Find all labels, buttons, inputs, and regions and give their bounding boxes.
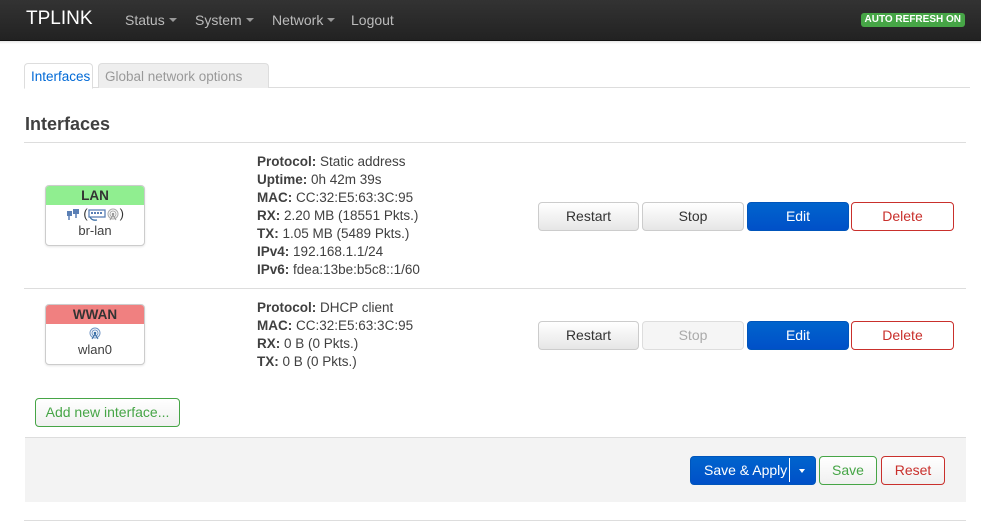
save-apply-label: Save & Apply (704, 462, 788, 478)
interface-badge-wwan: WWAN wlan0 (45, 304, 145, 365)
section-title: Interfaces (25, 114, 111, 134)
detail-label: IPv4: (257, 244, 290, 259)
detail-value: 1.05 MB (5489 Pkts.) (282, 226, 410, 241)
tab-interfaces[interactable]: Interfaces (24, 63, 93, 89)
detail-value: CC:32:E5:63:3C:95 (296, 318, 414, 333)
caret-down-icon (168, 18, 177, 23)
caret-down-icon (327, 18, 336, 23)
interface-badge-lan: LAN ( ) br-lan (45, 185, 145, 246)
detail-rx: RX: 0 B (0 Pkts.) (257, 335, 413, 353)
detail-value: DHCP client (320, 300, 394, 315)
detail-tx: TX: 1.05 MB (5489 Pkts.) (257, 225, 420, 243)
device-name: wlan0 (78, 342, 112, 357)
detail-ipv6: IPv6: fdea:13be:b5c8::1/60 (257, 261, 420, 279)
detail-label: MAC: (257, 318, 293, 333)
ethernet-switch-icon (66, 209, 79, 221)
nav-menu-status[interactable]: Status (125, 12, 177, 28)
detail-protocol: Protocol: DHCP client (257, 299, 413, 317)
top-navbar: TPLINK Status System Network Logout AUTO… (0, 0, 981, 41)
detail-label: RX: (257, 336, 281, 351)
save-button[interactable]: Save (819, 456, 877, 485)
caret-down-icon (799, 469, 805, 473)
device-name: br-lan (78, 223, 112, 238)
detail-label: Protocol: (257, 300, 317, 315)
delete-button-lan[interactable]: Delete (851, 202, 954, 231)
navbar-shadow (0, 41, 981, 44)
detail-value: 0 B (0 Pkts.) (284, 336, 359, 351)
detail-rx: RX: 2.20 MB (18551 Pkts.) (257, 207, 420, 225)
detail-label: RX: (257, 208, 281, 223)
interface-details-wwan: Protocol: DHCP client MAC: CC:32:E5:63:3… (257, 299, 413, 371)
nav-menu-status-label: Status (125, 12, 165, 28)
edit-button-lan[interactable]: Edit (747, 202, 849, 231)
detail-label: TX: (257, 226, 279, 241)
detail-label: IPv6: (257, 262, 290, 277)
detail-ipv4: IPv4: 192.168.1.1/24 (257, 243, 420, 261)
auto-refresh-toggle[interactable]: AUTO REFRESH ON (860, 13, 965, 27)
save-apply-dropdown-toggle[interactable] (790, 456, 816, 485)
nav-menu-network-label: Network (272, 12, 324, 28)
nav-menu-network[interactable]: Network (272, 12, 336, 28)
brand-logo[interactable]: TPLINK (26, 8, 93, 30)
stop-button-wwan[interactable]: Stop (642, 321, 744, 350)
detail-mac: MAC: CC:32:E5:63:3C:95 (257, 189, 420, 207)
row-divider (24, 288, 966, 289)
detail-label: Protocol: (257, 154, 317, 169)
nav-menu-system-label: System (195, 12, 242, 28)
restart-button-wwan[interactable]: Restart (538, 321, 639, 350)
add-new-interface-button[interactable]: Add new interface... (35, 398, 180, 427)
detail-value: CC:32:E5:63:3C:95 (296, 190, 414, 205)
detail-uptime: Uptime: 0h 42m 39s (257, 171, 420, 189)
divider (24, 142, 966, 143)
wifi-icon (107, 208, 119, 221)
detail-tx: TX: 0 B (0 Pkts.) (257, 353, 413, 371)
detail-protocol: Protocol: Static address (257, 153, 420, 171)
divider (24, 520, 966, 521)
interface-details-lan: Protocol: Static address Uptime: 0h 42m … (257, 153, 420, 279)
wifi-icon (89, 327, 101, 340)
tab-global-network-options[interactable]: Global network options (98, 63, 269, 88)
detail-value: fdea:13be:b5c8::1/60 (293, 262, 420, 277)
nav-menu-logout[interactable]: Logout (351, 12, 394, 28)
detail-value: 192.168.1.1/24 (293, 244, 384, 259)
bridge-close-paren: ) (119, 206, 125, 221)
stop-button-lan[interactable]: Stop (642, 202, 744, 231)
interface-name: WWAN (46, 305, 144, 324)
interface-icons (46, 324, 144, 342)
delete-button-wwan[interactable]: Delete (851, 321, 954, 350)
edit-button-wwan[interactable]: Edit (747, 321, 849, 350)
detail-mac: MAC: CC:32:E5:63:3C:95 (257, 317, 413, 335)
detail-label: MAC: (257, 190, 293, 205)
detail-label: Uptime: (257, 172, 308, 187)
reset-button[interactable]: Reset (881, 456, 945, 485)
nav-menu-system[interactable]: System (195, 12, 254, 28)
interface-name: LAN (46, 186, 144, 205)
detail-label: TX: (257, 354, 279, 369)
tab-bar: Interfaces Global network options (24, 63, 970, 89)
detail-value: Static address (320, 154, 406, 169)
interface-icons: ( ) (46, 205, 144, 223)
detail-value: 0 B (0 Pkts.) (282, 354, 357, 369)
caret-down-icon (245, 18, 254, 23)
restart-button-lan[interactable]: Restart (538, 202, 639, 231)
detail-value: 0h 42m 39s (311, 172, 382, 187)
ethernet-adapter-icon (88, 209, 106, 222)
detail-value: 2.20 MB (18551 Pkts.) (284, 208, 419, 223)
